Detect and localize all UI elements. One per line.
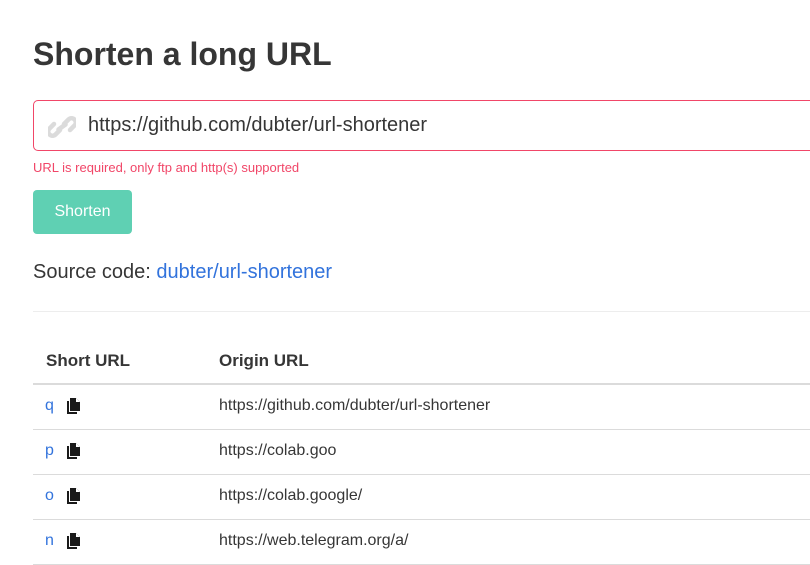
copy-icon[interactable] [65, 442, 81, 460]
page-title: Shorten a long URL [33, 36, 332, 72]
url-field[interactable] [33, 100, 810, 151]
copy-icon[interactable] [65, 397, 81, 415]
column-header-short-url: Short URL [46, 351, 131, 370]
divider [33, 311, 810, 312]
source-code-line: Source code: dubter/url-shortener [33, 261, 332, 284]
page: Shorten a long URL URL is required, only… [0, 0, 810, 565]
source-code-label: Source code: [33, 261, 157, 283]
origin-url: https://github.com/dubter/url-shortener [219, 397, 491, 414]
table-header: Short URL Origin URL [33, 340, 810, 385]
short-url-link[interactable]: p [45, 442, 54, 460]
url-input[interactable] [88, 101, 810, 150]
table-row: o https://colab.google/ [33, 475, 810, 520]
origin-url: https://colab.goo [219, 442, 337, 459]
short-url-link[interactable]: q [45, 397, 54, 415]
table-row: p https://colab.goo [33, 430, 810, 475]
origin-url: https://web.telegram.org/a/ [219, 532, 409, 549]
short-url-link[interactable]: n [45, 532, 54, 550]
error-message: URL is required, only ftp and http(s) su… [33, 160, 300, 175]
link-icon [46, 114, 78, 140]
table-row: n https://web.telegram.org/a/ [33, 520, 810, 565]
urls-table: Short URL Origin URL q https://github.co… [33, 340, 810, 565]
copy-icon[interactable] [65, 532, 81, 550]
source-code-link[interactable]: dubter/url-shortener [156, 261, 332, 283]
shorten-button[interactable]: Shorten [33, 190, 132, 234]
copy-icon[interactable] [65, 487, 81, 505]
column-header-origin-url: Origin URL [219, 351, 309, 370]
short-url-link[interactable]: o [45, 487, 54, 505]
origin-url: https://colab.google/ [219, 487, 363, 504]
table-row: q https://github.com/dubter/url-shortene… [33, 385, 810, 430]
